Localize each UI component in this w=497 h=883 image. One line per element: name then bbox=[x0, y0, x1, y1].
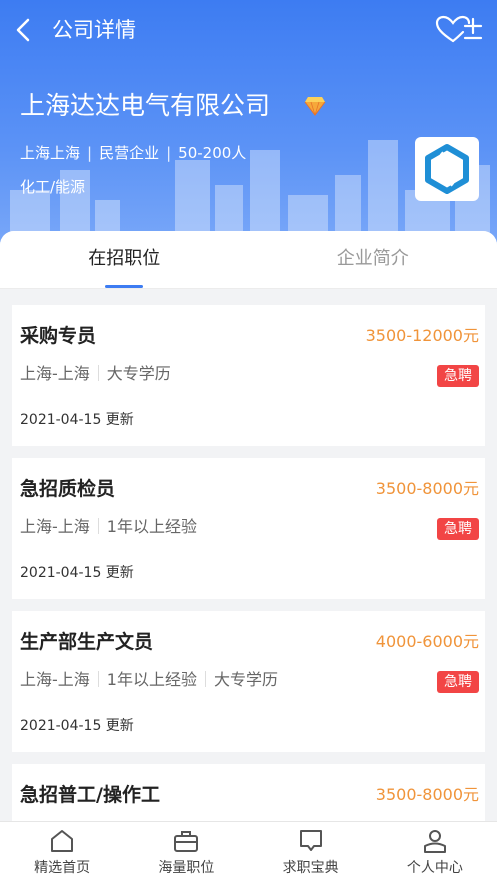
job-update-date: 2021-04-15 更新 bbox=[20, 565, 134, 581]
page-title: 公司详情 bbox=[52, 18, 136, 42]
job-title: 急招质检员 bbox=[20, 478, 116, 500]
job-card[interactable]: 急招普工/操作工 3500-8000元 bbox=[12, 764, 485, 821]
job-tag: 1年以上经验 bbox=[106, 517, 197, 536]
job-card[interactable]: 生产部生产文员 4000-6000元 上海-上海 1年以上经验 大专学历 急聘 20… bbox=[12, 611, 485, 752]
tag-separator bbox=[97, 671, 99, 687]
hexagon-logo-icon bbox=[425, 144, 469, 194]
tag-separator bbox=[97, 518, 99, 534]
company-name: 上海达达电气有限公司 bbox=[20, 91, 271, 120]
nav-label: 海量职位 bbox=[158, 860, 215, 876]
job-location: 上海-上海 bbox=[20, 517, 90, 536]
message-icon bbox=[299, 830, 322, 851]
tag-separator bbox=[204, 671, 206, 687]
tag-separator bbox=[97, 365, 99, 381]
job-tag: 1年以上经验 bbox=[106, 670, 197, 689]
user-icon bbox=[423, 830, 446, 853]
content-panel: 在招职位 企业简介 采购专员 3500-12000元 上海-上海 大专学历 急聘 … bbox=[0, 231, 497, 821]
job-list: 采购专员 3500-12000元 上海-上海 大专学历 急聘 2021-04-15… bbox=[0, 305, 497, 821]
nav-label: 求职宝典 bbox=[282, 860, 339, 876]
company-meta: 上海上海 | 民营企业 | 50-200人 bbox=[20, 141, 246, 165]
bottom-nav-guide[interactable]: 求职宝典 bbox=[249, 822, 373, 883]
company-size: 50-200人 bbox=[178, 144, 247, 162]
bottom-nav-profile[interactable]: 个人中心 bbox=[373, 822, 497, 883]
meta-separator: | bbox=[166, 144, 172, 162]
diamond-vip-icon bbox=[304, 97, 326, 116]
meta-separator: | bbox=[87, 144, 93, 162]
back-arrow-icon[interactable] bbox=[10, 14, 38, 46]
job-tag: 大专学历 bbox=[213, 670, 278, 689]
company-industry: 化工/能源 bbox=[20, 178, 86, 196]
home-icon bbox=[51, 830, 74, 852]
briefcase-icon bbox=[174, 831, 199, 852]
tab-bar: 在招职位 企业简介 bbox=[0, 231, 497, 289]
job-card[interactable]: 急招质检员 3500-8000元 上海-上海 1年以上经验 急聘 2021-04-… bbox=[12, 458, 485, 599]
nav-label: 个人中心 bbox=[406, 860, 463, 876]
urgent-badge: 急聘 bbox=[437, 365, 479, 387]
job-salary: 3500-12000元 bbox=[365, 326, 479, 345]
job-title: 生产部生产文员 bbox=[20, 631, 154, 653]
job-title: 采购专员 bbox=[20, 325, 97, 347]
favorite-heart-add-icon[interactable] bbox=[435, 14, 483, 46]
nav-label: 精选首页 bbox=[34, 860, 91, 876]
job-title: 急招普工/操作工 bbox=[20, 784, 160, 806]
company-logo bbox=[415, 137, 479, 201]
job-update-date: 2021-04-15 更新 bbox=[20, 412, 134, 428]
company-header: 公司详情 上海达达电气有限公司 上海上海 | 民营企业 | 50-200人 化工/能源 bbox=[0, 0, 497, 250]
job-salary: 4000-6000元 bbox=[375, 632, 479, 651]
tab-open-positions[interactable]: 在招职位 bbox=[0, 231, 249, 288]
top-navbar: 公司详情 bbox=[0, 0, 497, 60]
bottom-nav-home[interactable]: 精选首页 bbox=[0, 822, 124, 883]
job-location: 上海-上海 bbox=[20, 670, 90, 689]
urgent-badge: 急聘 bbox=[437, 671, 479, 693]
company-location: 上海上海 bbox=[20, 144, 81, 162]
job-salary: 3500-8000元 bbox=[375, 785, 479, 804]
job-card[interactable]: 采购专员 3500-12000元 上海-上海 大专学历 急聘 2021-04-15… bbox=[12, 305, 485, 446]
bottom-tab-bar: 精选首页 海量职位 求职宝典 个人中心 bbox=[0, 821, 497, 883]
job-tags: 上海-上海 1年以上经验 大专学历 bbox=[20, 667, 278, 693]
job-salary: 3500-8000元 bbox=[375, 479, 479, 498]
job-tags: 上海-上海 大专学历 bbox=[20, 361, 171, 387]
company-type: 民营企业 bbox=[99, 144, 160, 162]
urgent-badge: 急聘 bbox=[437, 518, 479, 540]
job-location: 上海-上海 bbox=[20, 364, 90, 383]
tab-company-intro[interactable]: 企业简介 bbox=[249, 231, 497, 288]
bottom-nav-jobs[interactable]: 海量职位 bbox=[124, 822, 248, 883]
job-tag: 大专学历 bbox=[106, 364, 171, 383]
job-tags: 上海-上海 1年以上经验 bbox=[20, 514, 197, 540]
job-update-date: 2021-04-15 更新 bbox=[20, 718, 134, 734]
